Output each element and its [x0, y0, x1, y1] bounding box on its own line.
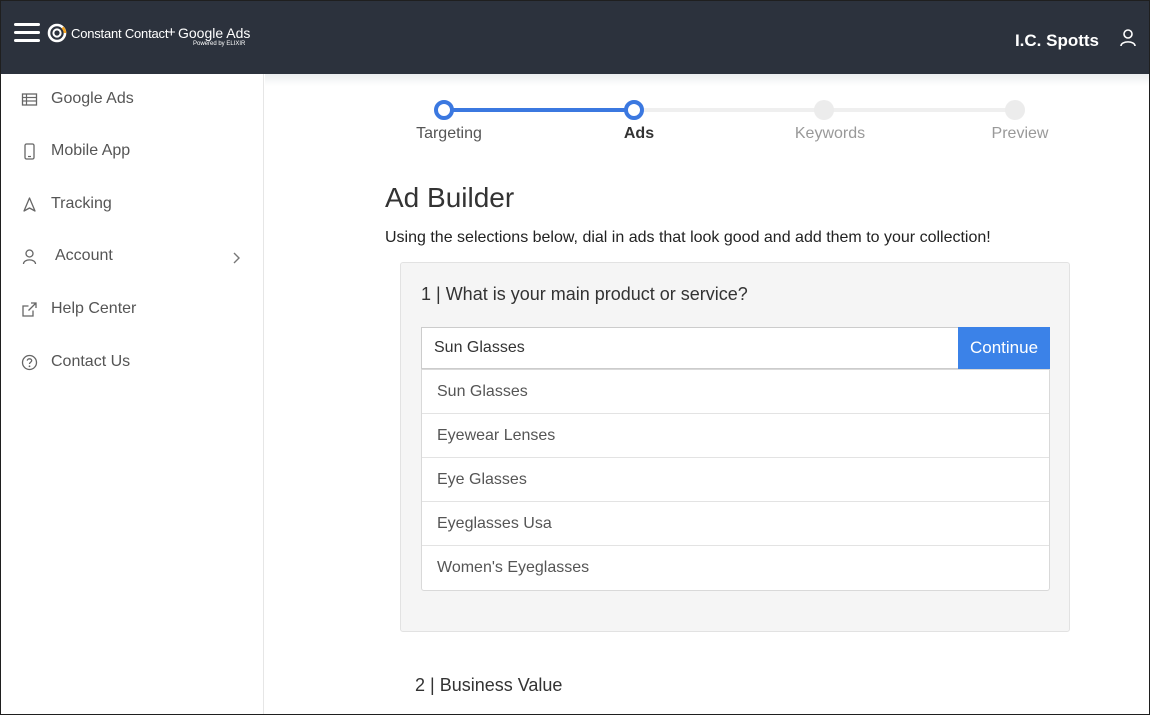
sidebar-item-label: Google Ads — [51, 90, 134, 107]
chevron-right-icon[interactable] — [231, 251, 241, 265]
sidebar-nav: Google Ads Mobile App Tracking Account H… — [1, 74, 264, 714]
suggestion-item[interactable]: Eyeglasses Usa — [422, 502, 1049, 546]
step-dot-ads[interactable] — [624, 100, 644, 120]
sidebar-item-label: Tracking — [51, 195, 112, 212]
user-icon — [22, 249, 37, 265]
step-label-targeting[interactable]: Targeting — [389, 125, 509, 143]
user-profile-icon[interactable] — [1120, 29, 1136, 47]
brand-powered-by: Powered by ELIXIR — [193, 41, 246, 47]
continue-button[interactable]: Continue — [958, 327, 1050, 369]
suggestion-item[interactable]: Eyewear Lenses — [422, 414, 1049, 458]
navigation-icon — [23, 197, 36, 212]
sidebar-item-account[interactable]: Account — [1, 237, 264, 277]
brand-primary: Constant Contact — [71, 26, 169, 41]
sidebar-item-help-center[interactable]: Help Center — [1, 290, 264, 330]
step-label-keywords: Keywords — [794, 125, 866, 142]
suggestion-item[interactable]: Women's Eyeglasses — [422, 546, 1049, 590]
sidebar-item-tracking[interactable]: Tracking — [1, 185, 264, 225]
hamburger-menu-icon[interactable] — [14, 23, 40, 43]
top-header: Constant Contact + Google Ads Powered by… — [1, 1, 1149, 74]
question-2-heading: 2 | Business Value — [415, 675, 563, 695]
product-search-input[interactable] — [421, 327, 959, 369]
question-1-heading: 1 | What is your main product or service… — [421, 284, 748, 304]
sidebar-item-label: Help Center — [51, 300, 137, 317]
external-link-icon — [22, 302, 37, 317]
suggestion-item[interactable]: Eye Glasses — [422, 458, 1049, 502]
suggestion-item[interactable]: Sun Glasses — [422, 370, 1049, 414]
page-description: Using the selections below, dial in ads … — [385, 229, 991, 246]
step-label-preview: Preview — [991, 125, 1049, 142]
sidebar-item-label: Mobile App — [51, 142, 131, 159]
sidebar-item-mobile-app[interactable]: Mobile App — [1, 132, 264, 172]
header-shadow — [265, 74, 1149, 86]
product-question-card: 1 | What is your main product or service… — [400, 262, 1070, 632]
question-circle-icon — [21, 354, 38, 371]
user-name[interactable]: I.C. Spotts — [1015, 31, 1099, 51]
sidebar-item-google-ads[interactable]: Google Ads — [1, 80, 264, 120]
mobile-icon — [24, 143, 35, 160]
sidebar-item-label: Contact Us — [51, 353, 131, 370]
step-label-ads[interactable]: Ads — [579, 125, 699, 143]
step-dot-preview — [1005, 100, 1025, 120]
stepper-line-complete — [444, 108, 634, 112]
step-dot-targeting[interactable] — [434, 100, 454, 120]
constant-contact-logo-icon — [47, 23, 67, 43]
page-title: Ad Builder — [385, 182, 515, 213]
brand-plus: + — [167, 24, 176, 41]
suggestion-dropdown: Sun Glasses Eyewear Lenses Eye Glasses E… — [421, 369, 1050, 591]
app-window: Constant Contact + Google Ads Powered by… — [0, 0, 1150, 715]
step-dot-keywords — [814, 100, 834, 120]
main-content: Targeting Ads Keywords Preview Ad Builde… — [265, 74, 1149, 714]
table-icon — [21, 93, 38, 106]
sidebar-item-label: Account — [55, 247, 113, 264]
brand-secondary: Google Ads — [178, 25, 251, 41]
sidebar-item-contact-us[interactable]: Contact Us — [1, 343, 264, 383]
